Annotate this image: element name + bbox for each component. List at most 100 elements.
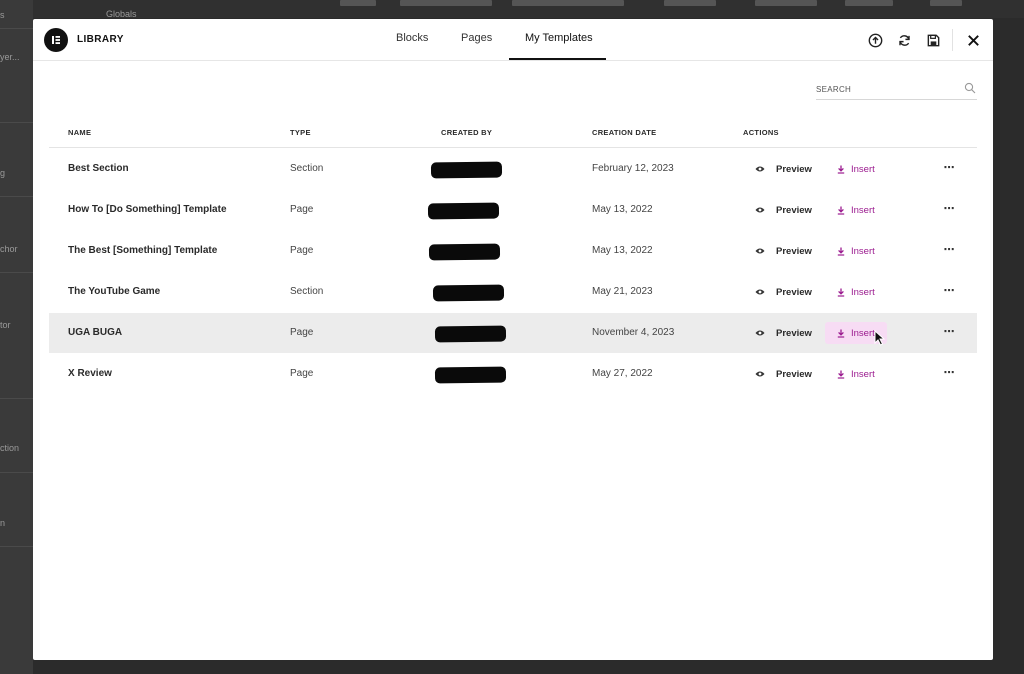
more-options-button[interactable]: ⋯ <box>939 198 959 218</box>
sidebar-divider <box>0 546 33 547</box>
template-row: How To [Do Something] Template Page May … <box>49 190 977 230</box>
column-header-creation-date: CREATION DATE <box>592 128 657 137</box>
template-date: May 13, 2022 <box>592 204 653 215</box>
table-header: NAME TYPE CREATED BY CREATION DATE ACTIO… <box>49 121 977 148</box>
more-options-button[interactable]: ⋯ <box>939 362 959 382</box>
save-template-button[interactable] <box>923 30 943 50</box>
editor-nav-item <box>845 0 893 6</box>
eye-icon <box>755 289 765 295</box>
redacted-author <box>432 284 505 302</box>
sidebar-divider <box>0 28 33 29</box>
sidebar-divider <box>0 472 33 473</box>
sidebar-divider <box>0 272 33 273</box>
insert-button[interactable]: Insert <box>825 240 887 262</box>
template-row: The Best [Something] Template Page May 1… <box>49 231 977 271</box>
template-date: May 13, 2022 <box>592 245 653 256</box>
more-options-button[interactable]: ⋯ <box>939 157 959 177</box>
header-separator <box>952 29 953 51</box>
sidebar-divider <box>0 122 33 123</box>
redacted-author <box>434 325 507 343</box>
preview-button[interactable]: Preview <box>755 326 812 340</box>
editor-nav-item <box>340 0 376 6</box>
template-name: The Best [Something] Template <box>68 245 218 256</box>
eye-icon <box>755 207 765 213</box>
template-name: The YouTube Game <box>68 286 161 297</box>
preview-button[interactable]: Preview <box>755 244 812 258</box>
template-type: Page <box>290 327 314 338</box>
preview-label: Preview <box>776 286 812 298</box>
more-options-button[interactable]: ⋯ <box>939 280 959 300</box>
sidebar-divider <box>0 398 33 399</box>
template-type: Section <box>290 163 324 174</box>
preview-button[interactable]: Preview <box>755 285 812 299</box>
save-icon <box>927 34 939 46</box>
editor-topbar <box>0 0 1024 18</box>
tab-pages[interactable]: Pages <box>461 32 492 44</box>
more-options-button[interactable]: ⋯ <box>939 321 959 341</box>
download-icon <box>837 329 845 338</box>
search-icon[interactable] <box>964 82 976 94</box>
sidebar-fragment: s <box>0 10 5 20</box>
template-date: May 27, 2022 <box>592 368 653 379</box>
editor-nav-item <box>512 0 624 6</box>
preview-label: Preview <box>776 368 812 380</box>
preview-label: Preview <box>776 163 812 175</box>
template-date: May 21, 2023 <box>592 286 653 297</box>
insert-label: Insert <box>851 368 875 380</box>
preview-button[interactable]: Preview <box>755 203 812 217</box>
template-date: November 4, 2023 <box>592 327 675 338</box>
eye-icon <box>755 330 765 336</box>
sidebar-divider <box>0 196 33 197</box>
library-modal: LIBRARY Blocks Pages My Templates SEARCH… <box>33 19 993 660</box>
modal-header: LIBRARY Blocks Pages My Templates <box>33 19 993 61</box>
close-icon <box>967 34 979 46</box>
template-name: How To [Do Something] Template <box>68 204 227 215</box>
template-tabs: Blocks Pages My Templates <box>33 19 993 61</box>
column-header-type: TYPE <box>290 128 311 137</box>
editor-nav-item <box>664 0 716 6</box>
tab-my-templates[interactable]: My Templates <box>525 32 593 44</box>
insert-button[interactable]: Insert <box>825 281 887 303</box>
template-date: February 12, 2023 <box>592 163 674 174</box>
template-row: The YouTube Game Section May 21, 2023 Pr… <box>49 272 977 312</box>
redacted-author <box>428 243 501 261</box>
column-header-actions: ACTIONS <box>743 128 779 137</box>
tab-blocks[interactable]: Blocks <box>396 32 428 44</box>
insert-button[interactable]: Insert <box>825 158 887 180</box>
insert-button[interactable]: Insert <box>825 322 887 344</box>
search-input[interactable] <box>816 80 956 98</box>
more-options-button[interactable]: ⋯ <box>939 239 959 259</box>
preview-label: Preview <box>776 204 812 216</box>
preview-button[interactable]: Preview <box>755 367 812 381</box>
download-icon <box>837 288 845 297</box>
template-type: Page <box>290 245 314 256</box>
insert-button[interactable]: Insert <box>825 363 887 385</box>
eye-icon <box>755 248 765 254</box>
editor-nav-item <box>930 0 962 6</box>
close-button[interactable] <box>963 30 983 50</box>
redacted-author <box>434 366 507 384</box>
sidebar-fragment: g <box>0 168 6 178</box>
template-name: UGA BUGA <box>68 327 123 338</box>
editor-globals-tab: Globals <box>106 9 137 19</box>
template-row: UGA BUGA Page November 4, 2023 Preview I… <box>49 313 977 353</box>
insert-button[interactable]: Insert <box>825 199 887 221</box>
column-header-created-by: CREATED BY <box>441 128 493 137</box>
preview-label: Preview <box>776 245 812 257</box>
insert-label: Insert <box>851 204 875 216</box>
template-type: Page <box>290 204 314 215</box>
redacted-author <box>430 161 503 179</box>
editor-nav-item <box>400 0 492 6</box>
sidebar-fragment: tor <box>0 320 11 330</box>
editor-sidebar <box>0 0 33 674</box>
preview-button[interactable]: Preview <box>755 162 812 176</box>
insert-label: Insert <box>851 327 875 339</box>
insert-label: Insert <box>851 163 875 175</box>
download-icon <box>837 206 845 215</box>
column-header-name: NAME <box>68 128 92 137</box>
sidebar-fragment: chor <box>0 244 18 254</box>
preview-label: Preview <box>776 327 812 339</box>
insert-label: Insert <box>851 286 875 298</box>
sync-library-button[interactable] <box>894 30 914 50</box>
import-template-button[interactable] <box>865 30 885 50</box>
